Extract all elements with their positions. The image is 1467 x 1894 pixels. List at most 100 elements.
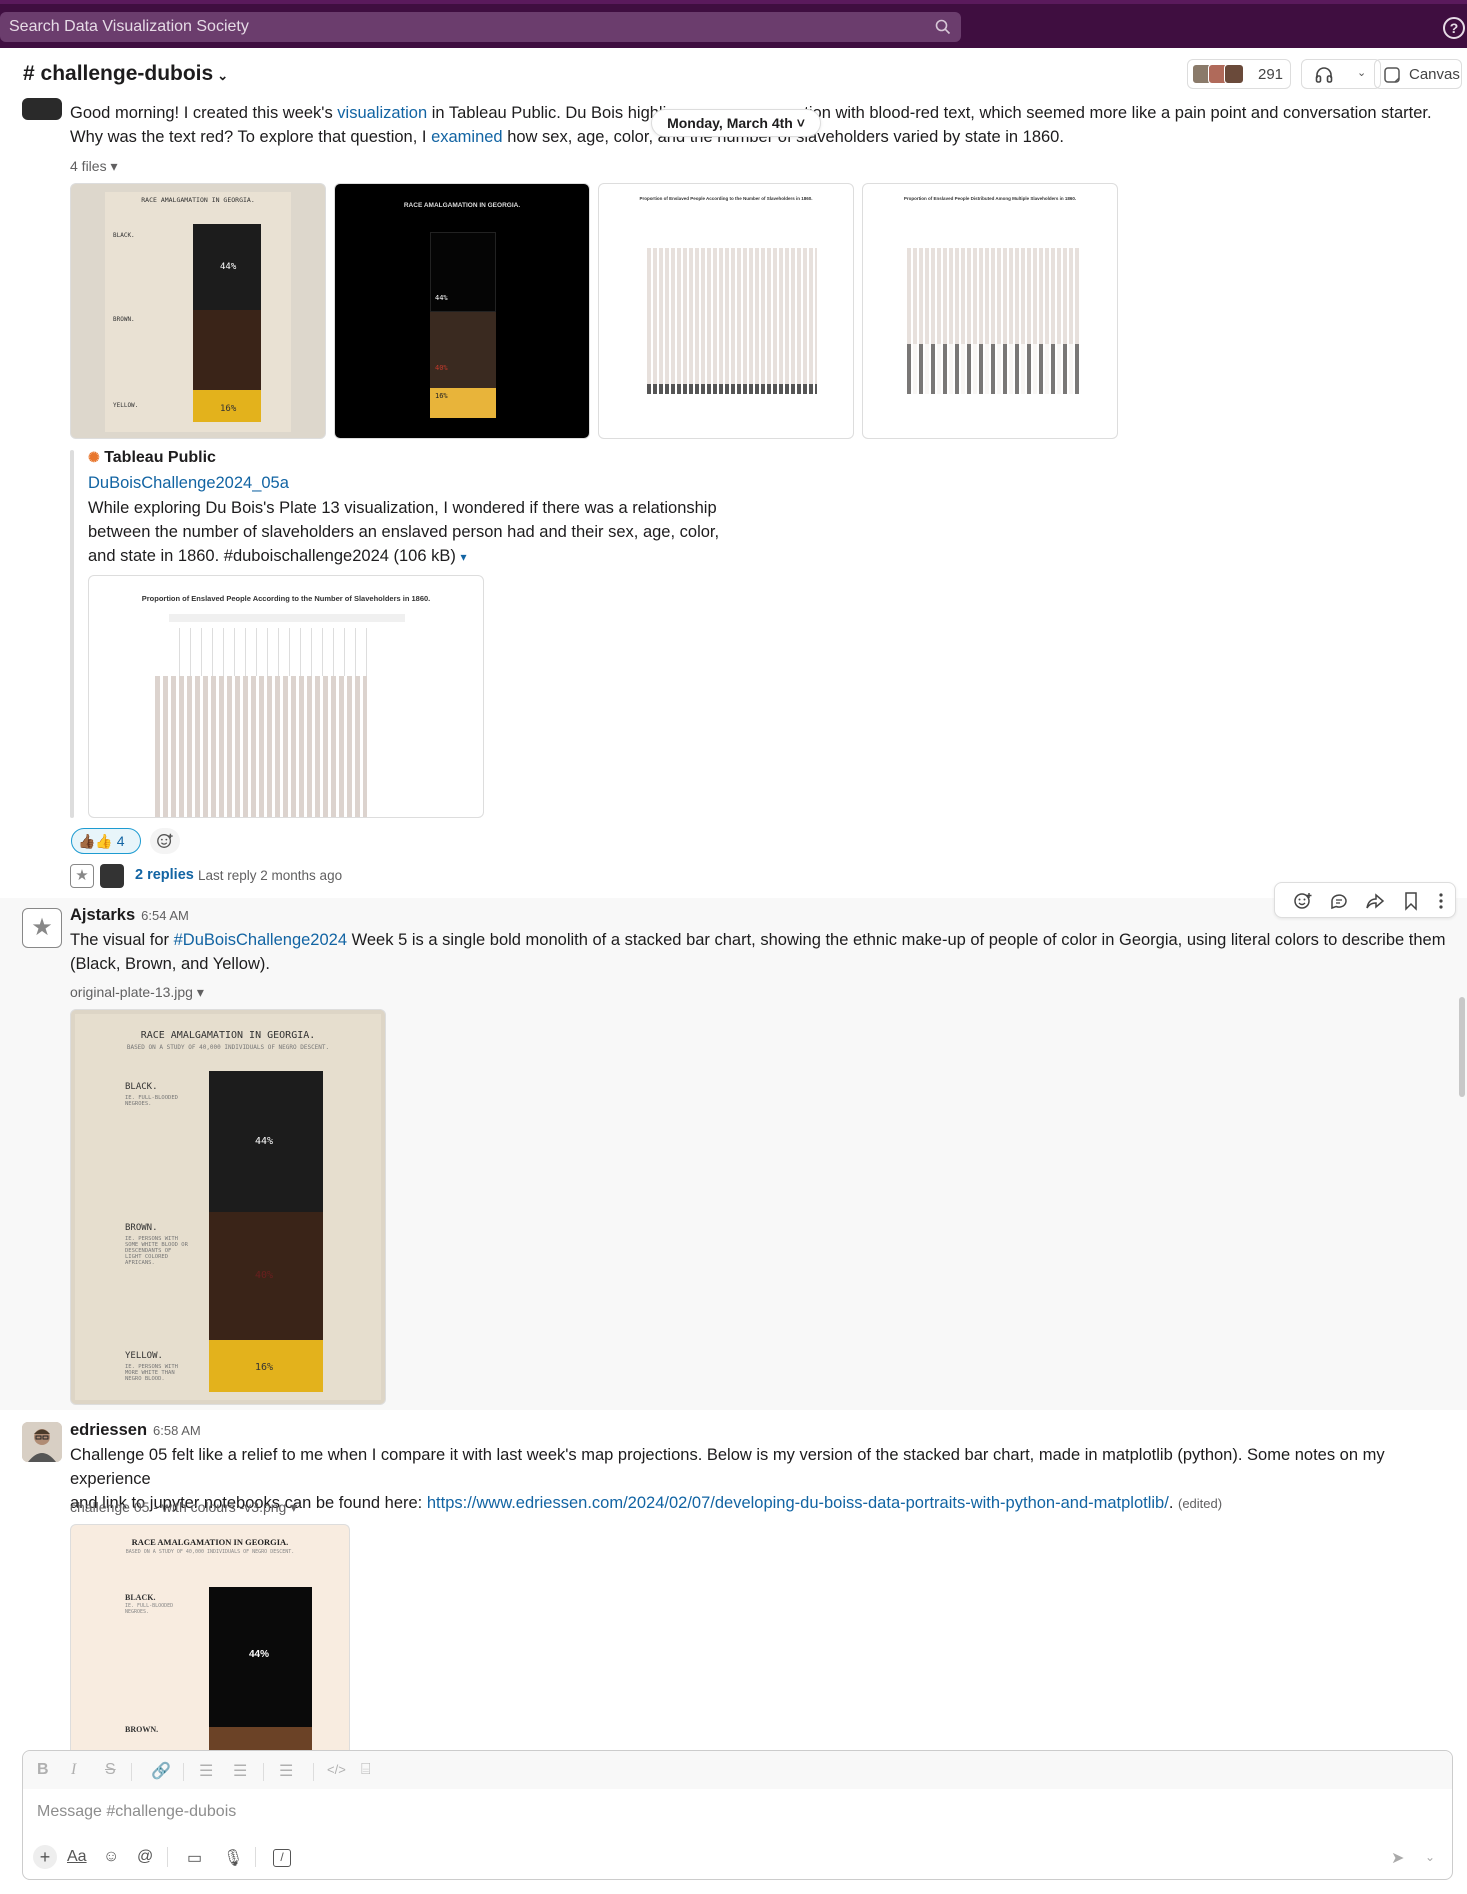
- chevron-down-icon: ⌄: [217, 68, 229, 83]
- file-thumbnail[interactable]: RACE AMALGAMATION IN GEORGIA. 44% 40% 16…: [334, 183, 590, 439]
- formatting-toolbar: B I S 🔗 ☰ ☰ ☰ </> ⌸: [23, 1751, 1452, 1789]
- headphones-icon: [1315, 67, 1333, 83]
- author-name[interactable]: Ajstarks: [70, 906, 135, 924]
- scrollbar[interactable]: [1459, 997, 1465, 1097]
- unfurl-preview[interactable]: Proportion of Enslaved People According …: [88, 575, 484, 818]
- author-name[interactable]: edriessen: [70, 1421, 147, 1439]
- timestamp[interactable]: 6:58 AM: [153, 1423, 201, 1438]
- brown-segment: [193, 310, 261, 390]
- edited-label: (edited): [1178, 1496, 1223, 1511]
- message-input[interactable]: Message #challenge-dubois: [37, 1803, 236, 1821]
- preview-filter: [169, 614, 405, 622]
- unfurl-title-link[interactable]: DuBoisChallenge2024_05a: [88, 474, 289, 493]
- send-icon[interactable]: ➤: [1391, 1848, 1404, 1868]
- file-name-toggle[interactable]: challenge 05 - with colours -v3.png ▾: [70, 1499, 297, 1516]
- help-icon[interactable]: ?: [1443, 17, 1465, 39]
- preview-bars: [155, 676, 367, 817]
- file-image[interactable]: RACE AMALGAMATION IN GEORGIA. BASED ON A…: [70, 1009, 386, 1405]
- file-image[interactable]: RACE AMALGAMATION IN GEORGIA. BASED ON A…: [70, 1524, 350, 1750]
- microphone-icon[interactable]: 🎙: [223, 1848, 243, 1868]
- channel-header: # challenge-dubois ⌄ 291 ⌄ Canvas: [0, 48, 1467, 98]
- file-name-toggle[interactable]: original-plate-13.jpg ▾: [70, 984, 204, 1001]
- add-reaction-button[interactable]: [150, 828, 180, 854]
- caret-down-icon: ▾: [196, 984, 204, 1000]
- avatar[interactable]: [22, 1422, 62, 1462]
- hashtag-link[interactable]: #DuBoisChallenge2024: [174, 931, 347, 949]
- last-reply: Last reply 2 months ago: [198, 868, 343, 883]
- examined-link[interactable]: examined: [431, 128, 503, 146]
- strikethrough-icon[interactable]: S: [105, 1761, 116, 1779]
- reaction-thumbsup[interactable]: 👍🏾👍 4: [71, 828, 141, 854]
- emoji-icon[interactable]: ☺: [103, 1848, 119, 1866]
- shortcuts-icon[interactable]: /: [273, 1849, 291, 1867]
- message-composer: B I S 🔗 ☰ ☰ ☰ </> ⌸ Message #challenge-d…: [22, 1750, 1453, 1880]
- reply-thread-icon[interactable]: [1329, 891, 1349, 911]
- more-actions-icon[interactable]: [1431, 891, 1451, 911]
- unfurl-description: While exploring Du Bois's Plate 13 visua…: [88, 499, 720, 565]
- date-divider[interactable]: Monday, March 4th ˅: [651, 109, 821, 137]
- italic-icon[interactable]: I: [71, 1761, 76, 1779]
- link-icon[interactable]: 🔗: [151, 1761, 171, 1781]
- divider: [255, 1847, 256, 1867]
- channel-title[interactable]: # challenge-dubois ⌄: [23, 62, 228, 86]
- message-header: Ajstarks 6:54 AM: [70, 906, 189, 925]
- chevron-down-icon[interactable]: ⌄: [1425, 1850, 1435, 1864]
- avatar[interactable]: ★: [22, 908, 62, 948]
- timestamp[interactable]: 6:54 AM: [141, 908, 189, 923]
- formatting-toggle-icon[interactable]: Aa: [67, 1848, 87, 1866]
- bookmark-icon[interactable]: [1401, 891, 1421, 911]
- code-block-icon[interactable]: ⌸: [361, 1761, 371, 1779]
- video-icon[interactable]: ▭: [187, 1848, 202, 1868]
- ordered-list-icon[interactable]: ☰: [199, 1761, 213, 1781]
- tableau-icon: ✺: [88, 449, 100, 465]
- plus-icon[interactable]: +: [33, 1845, 57, 1869]
- unfurl-source: ✺ Tableau Public: [88, 449, 216, 466]
- search-placeholder: Search Data Visualization Society: [9, 18, 249, 35]
- member-avatar: [1224, 64, 1244, 84]
- visualization-link[interactable]: visualization: [337, 104, 427, 122]
- caret-down-icon[interactable]: ▾: [460, 550, 466, 564]
- plate-image: RACE AMALGAMATION IN GEORGIA. BASED ON A…: [75, 1014, 381, 1400]
- reply-avatar[interactable]: [100, 864, 124, 888]
- canvas-icon: [1384, 67, 1400, 83]
- unfurl-border: [70, 450, 74, 818]
- huddle-button[interactable]: ⌄: [1301, 59, 1381, 89]
- mention-icon[interactable]: @: [137, 1848, 153, 1866]
- bulleted-list-icon[interactable]: ☰: [233, 1761, 247, 1781]
- caret-down-icon: ▾: [290, 1499, 298, 1515]
- chevron-down-icon[interactable]: ⌄: [1357, 66, 1366, 79]
- file-thumbnail[interactable]: Proportion of Enslaved People Distribute…: [862, 183, 1118, 439]
- brown-segment: [430, 312, 496, 388]
- canvas-label: Canvas: [1409, 66, 1460, 83]
- bold-icon[interactable]: B: [37, 1761, 49, 1779]
- share-icon[interactable]: [1365, 891, 1385, 911]
- blockquote-icon[interactable]: ☰: [279, 1761, 293, 1781]
- top-bar: Search Data Visualization Society ?: [0, 0, 1467, 48]
- person-avatar-icon: [22, 1422, 62, 1462]
- canvas-button[interactable]: Canvas: [1374, 59, 1462, 89]
- divider: [313, 1763, 314, 1781]
- file-thumbnail[interactable]: RACE AMALGAMATION IN GEORGIA. BLACK. BRO…: [70, 183, 326, 439]
- avatar[interactable]: [22, 98, 62, 120]
- divider: [263, 1763, 264, 1781]
- blog-link[interactable]: https://www.edriessen.com/2024/02/07/dev…: [427, 1494, 1169, 1512]
- add-reaction-icon[interactable]: [1293, 891, 1313, 911]
- chart-thumbnail-base: [907, 344, 1081, 394]
- member-count: 291: [1258, 66, 1284, 83]
- message-actions: [1274, 882, 1456, 918]
- divider: [167, 1847, 168, 1867]
- replies-link[interactable]: 2 replies: [135, 867, 194, 883]
- search-icon: [935, 19, 951, 35]
- search-input[interactable]: Search Data Visualization Society: [0, 12, 961, 42]
- reply-avatar[interactable]: ★: [70, 864, 94, 888]
- members-button[interactable]: 291: [1187, 59, 1291, 89]
- message-body: The visual for #DuBoisChallenge2024 Week…: [70, 931, 1446, 973]
- files-toggle[interactable]: 4 files ▾: [70, 158, 118, 175]
- code-icon[interactable]: </>: [327, 1762, 346, 1777]
- file-thumbnail[interactable]: Proportion of Enslaved People According …: [598, 183, 854, 439]
- chart-thumbnail-base: [647, 384, 817, 394]
- divider: [131, 1763, 132, 1781]
- plate-image: RACE AMALGAMATION IN GEORGIA. BLACK. BRO…: [105, 192, 291, 432]
- caret-down-icon: ▾: [110, 158, 118, 174]
- preview-headers: [169, 628, 369, 678]
